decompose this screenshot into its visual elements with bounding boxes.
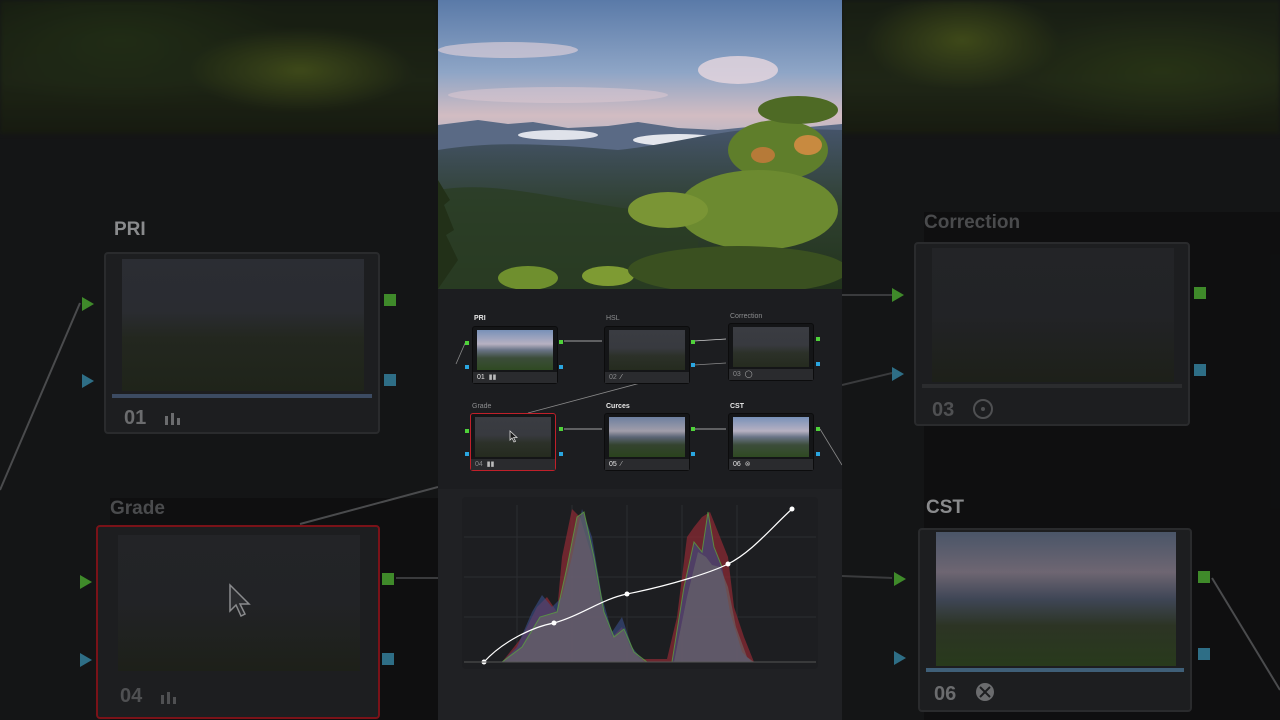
left-zoom-backdrop: PRI 01 Grade 04: [0, 0, 438, 720]
node-04-grade[interactable]: 04 ▮▮: [470, 413, 556, 471]
cst-icon: ⊗: [744, 461, 751, 468]
curve-point[interactable]: [789, 506, 795, 512]
node-01-pri[interactable]: 01 ▮▮: [472, 326, 558, 384]
curves-histogram: [464, 505, 816, 665]
bars-icon: ▮▮: [486, 461, 495, 468]
curve-point[interactable]: [624, 591, 630, 597]
mouse-cursor-icon: [509, 430, 518, 443]
node-label-cst: CST: [730, 403, 744, 410]
curves-editor[interactable]: [462, 497, 818, 669]
node-label-pri: PRI: [474, 315, 486, 322]
curve-point[interactable]: [551, 620, 557, 626]
node-thumbnail: [477, 330, 553, 370]
node-05-curces[interactable]: 05 ⁄: [604, 413, 690, 471]
node-label-hsl: HSL: [606, 315, 620, 322]
landscape-photo: [438, 0, 842, 289]
bars-icon: ▮▮: [488, 374, 497, 381]
node-output-green[interactable]: [559, 340, 563, 344]
node-03-correction[interactable]: 03 ◯: [728, 323, 814, 381]
right-zoom-backdrop: Correction 03 CST 06: [842, 0, 1280, 720]
node-label-curces: Curces: [606, 403, 630, 410]
node-output-blue[interactable]: [559, 365, 563, 369]
curve-pen-icon: ⁄: [620, 461, 622, 468]
curve-point[interactable]: [725, 561, 731, 567]
circle-icon: ◯: [744, 371, 753, 378]
node-label-grade: Grade: [472, 403, 492, 410]
viewer-image: [438, 0, 842, 289]
node-graph: PRI 01 ▮▮ HSL 02 ⁄ Correction 03 ◯ Grade 04…: [438, 289, 842, 489]
node-label-correction: Correction: [730, 313, 763, 320]
node-06-cst[interactable]: 06 ⊗: [728, 413, 814, 471]
connection-lines: [0, 302, 438, 579]
curve-pen-icon: ⁄: [620, 374, 622, 381]
node-02-hsl[interactable]: 02 ⁄: [604, 326, 690, 384]
